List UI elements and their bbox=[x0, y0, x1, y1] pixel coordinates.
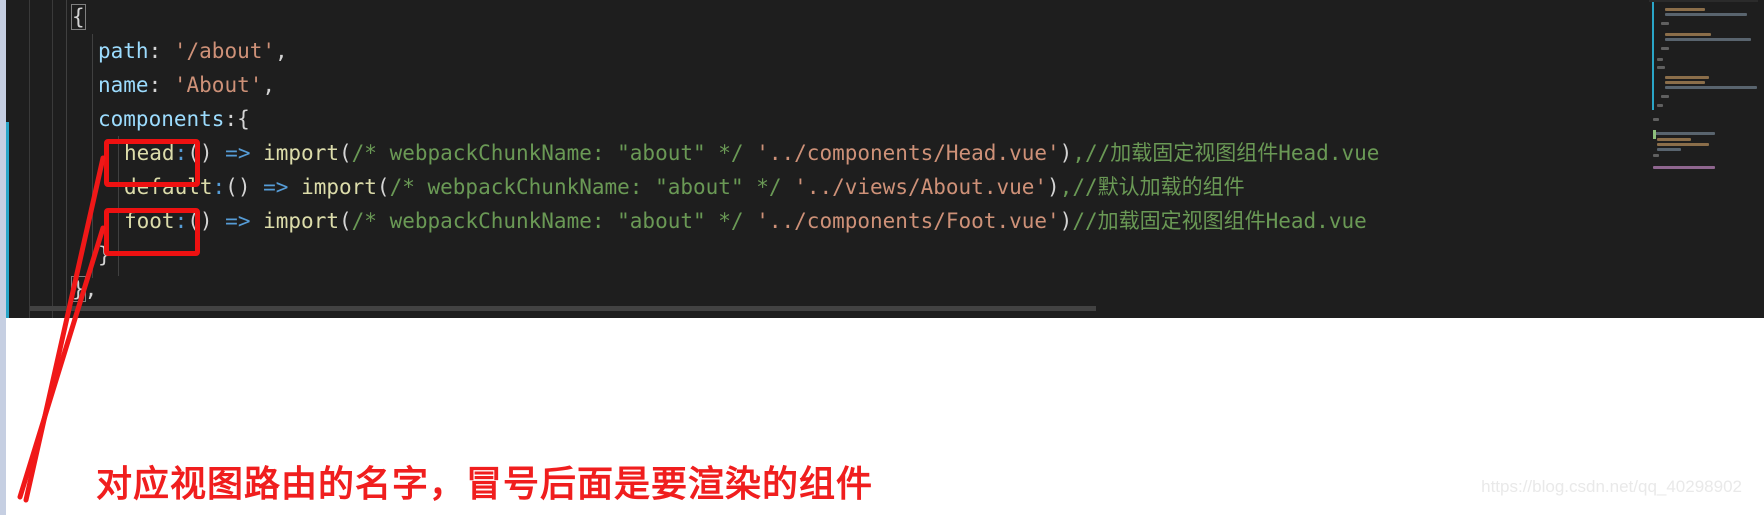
editor-minimap[interactable] bbox=[1649, 0, 1758, 318]
code-token: : bbox=[148, 73, 174, 97]
minimap-code-row bbox=[1657, 58, 1663, 61]
code-line: foot:() => import(/* webpackChunkName: "… bbox=[124, 204, 1367, 238]
page-left-strip bbox=[0, 0, 6, 515]
screenshot-root: {path: '/about', name: 'About', components… bbox=[0, 0, 1764, 515]
minimap-code-row bbox=[1653, 166, 1715, 169]
minimap-slider[interactable] bbox=[1649, 0, 1758, 2]
code-token: , bbox=[84, 277, 98, 301]
code-line: head:() => import(/* webpackChunkName: "… bbox=[124, 136, 1379, 170]
code-line: components:{ bbox=[98, 102, 250, 136]
code-token: import bbox=[263, 209, 339, 233]
csdn-watermark: https://blog.csdn.net/qq_40298902 bbox=[1481, 477, 1742, 496]
code-token: ( bbox=[338, 141, 352, 165]
code-line: default:() => import(/* webpackChunkName… bbox=[124, 170, 1245, 204]
code-line: path: '/about', bbox=[98, 34, 288, 68]
minimap-code-row bbox=[1661, 22, 1669, 25]
minimap-code-row bbox=[1661, 95, 1669, 98]
minimap-code-row bbox=[1665, 86, 1757, 89]
minimap-code-row bbox=[1665, 38, 1751, 41]
minimap-code-row bbox=[1665, 81, 1705, 84]
code-token: => bbox=[225, 141, 251, 165]
modified-lines-indicator bbox=[6, 122, 9, 318]
editor-horizontal-scrollbar[interactable] bbox=[30, 306, 1096, 311]
minimap-code-row bbox=[1665, 33, 1711, 36]
minimap-code-row bbox=[1657, 104, 1663, 107]
minimap-code-row bbox=[1665, 8, 1705, 11]
code-token: => bbox=[225, 209, 251, 233]
minimap-code-row bbox=[1661, 47, 1669, 50]
code-token: { bbox=[71, 4, 86, 30]
code-token: '/about' bbox=[173, 39, 276, 63]
minimap-code-row bbox=[1657, 138, 1691, 141]
code-line: name: 'About', bbox=[98, 68, 275, 102]
code-token: :{ bbox=[224, 107, 250, 131]
code-token: ( bbox=[338, 209, 352, 233]
code-token: , bbox=[275, 39, 288, 63]
minimap-code-row bbox=[1657, 143, 1709, 146]
minimap-modified-indicator bbox=[1652, 2, 1654, 110]
code-line: { bbox=[71, 0, 86, 34]
code-token: ) bbox=[1059, 209, 1073, 233]
code-content[interactable]: {path: '/about', name: 'About', components… bbox=[6, 0, 1764, 312]
code-token: '../components/Head.vue' bbox=[756, 141, 1060, 165]
minimap-code-row bbox=[1653, 118, 1659, 121]
code-token: //加载固定视图组件Head.vue bbox=[1072, 209, 1367, 233]
code-token: import bbox=[301, 175, 377, 199]
code-token: } bbox=[71, 276, 86, 302]
minimap-code-row bbox=[1665, 13, 1747, 16]
minimap-code-row bbox=[1657, 66, 1665, 69]
head-highlight-box bbox=[104, 139, 200, 187]
code-token: => bbox=[263, 175, 289, 199]
code-token: /* webpackChunkName: "about" */ bbox=[389, 175, 782, 199]
minimap-code-row bbox=[1653, 154, 1659, 157]
code-token: /* webpackChunkName: "about" */ bbox=[351, 209, 744, 233]
minimap-code-row bbox=[1653, 132, 1715, 135]
code-token: '../views/About.vue' bbox=[794, 175, 1048, 199]
code-line: }, bbox=[71, 272, 98, 306]
code-token: ) bbox=[1047, 175, 1060, 199]
minimap-code-row bbox=[1665, 76, 1709, 79]
code-token: ( bbox=[376, 175, 390, 199]
minimap-code-row bbox=[1657, 148, 1681, 151]
code-token: name bbox=[98, 73, 149, 97]
code-token: , bbox=[262, 73, 276, 97]
code-token: ) bbox=[1059, 141, 1073, 165]
code-token: '../components/Foot.vue' bbox=[756, 209, 1060, 233]
code-token: /* webpackChunkName: "about" */ bbox=[351, 141, 744, 165]
code-token: 'About' bbox=[173, 73, 263, 97]
code-token: : bbox=[148, 39, 174, 63]
code-token: import bbox=[263, 141, 339, 165]
code-token: components bbox=[98, 107, 225, 131]
code-token: : bbox=[212, 175, 226, 199]
code-token: path bbox=[98, 39, 149, 63]
code-token: () bbox=[225, 175, 264, 199]
code-editor[interactable]: {path: '/about', name: 'About', components… bbox=[6, 0, 1764, 318]
foot-highlight-box bbox=[104, 208, 200, 256]
minimap-added-indicator bbox=[1653, 130, 1656, 139]
code-token: ,//默认加载的组件 bbox=[1059, 175, 1245, 199]
annotation-note: 对应视图路由的名字，冒号后面是要渲染的组件 bbox=[96, 464, 874, 505]
code-token: ,//加载固定视图组件Head.vue bbox=[1072, 141, 1380, 165]
